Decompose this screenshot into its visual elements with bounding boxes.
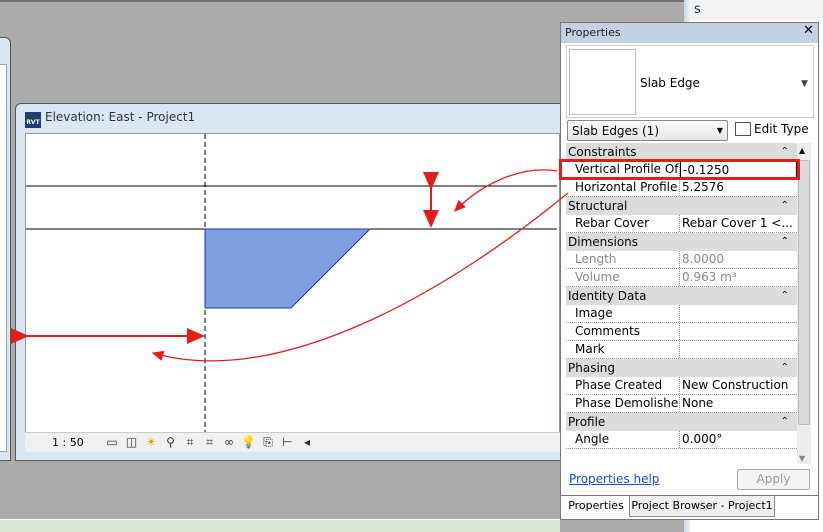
slab-edge-profile <box>204 228 372 309</box>
annotation-curve-vertical <box>454 169 558 212</box>
drawing-overlay <box>11 134 569 432</box>
